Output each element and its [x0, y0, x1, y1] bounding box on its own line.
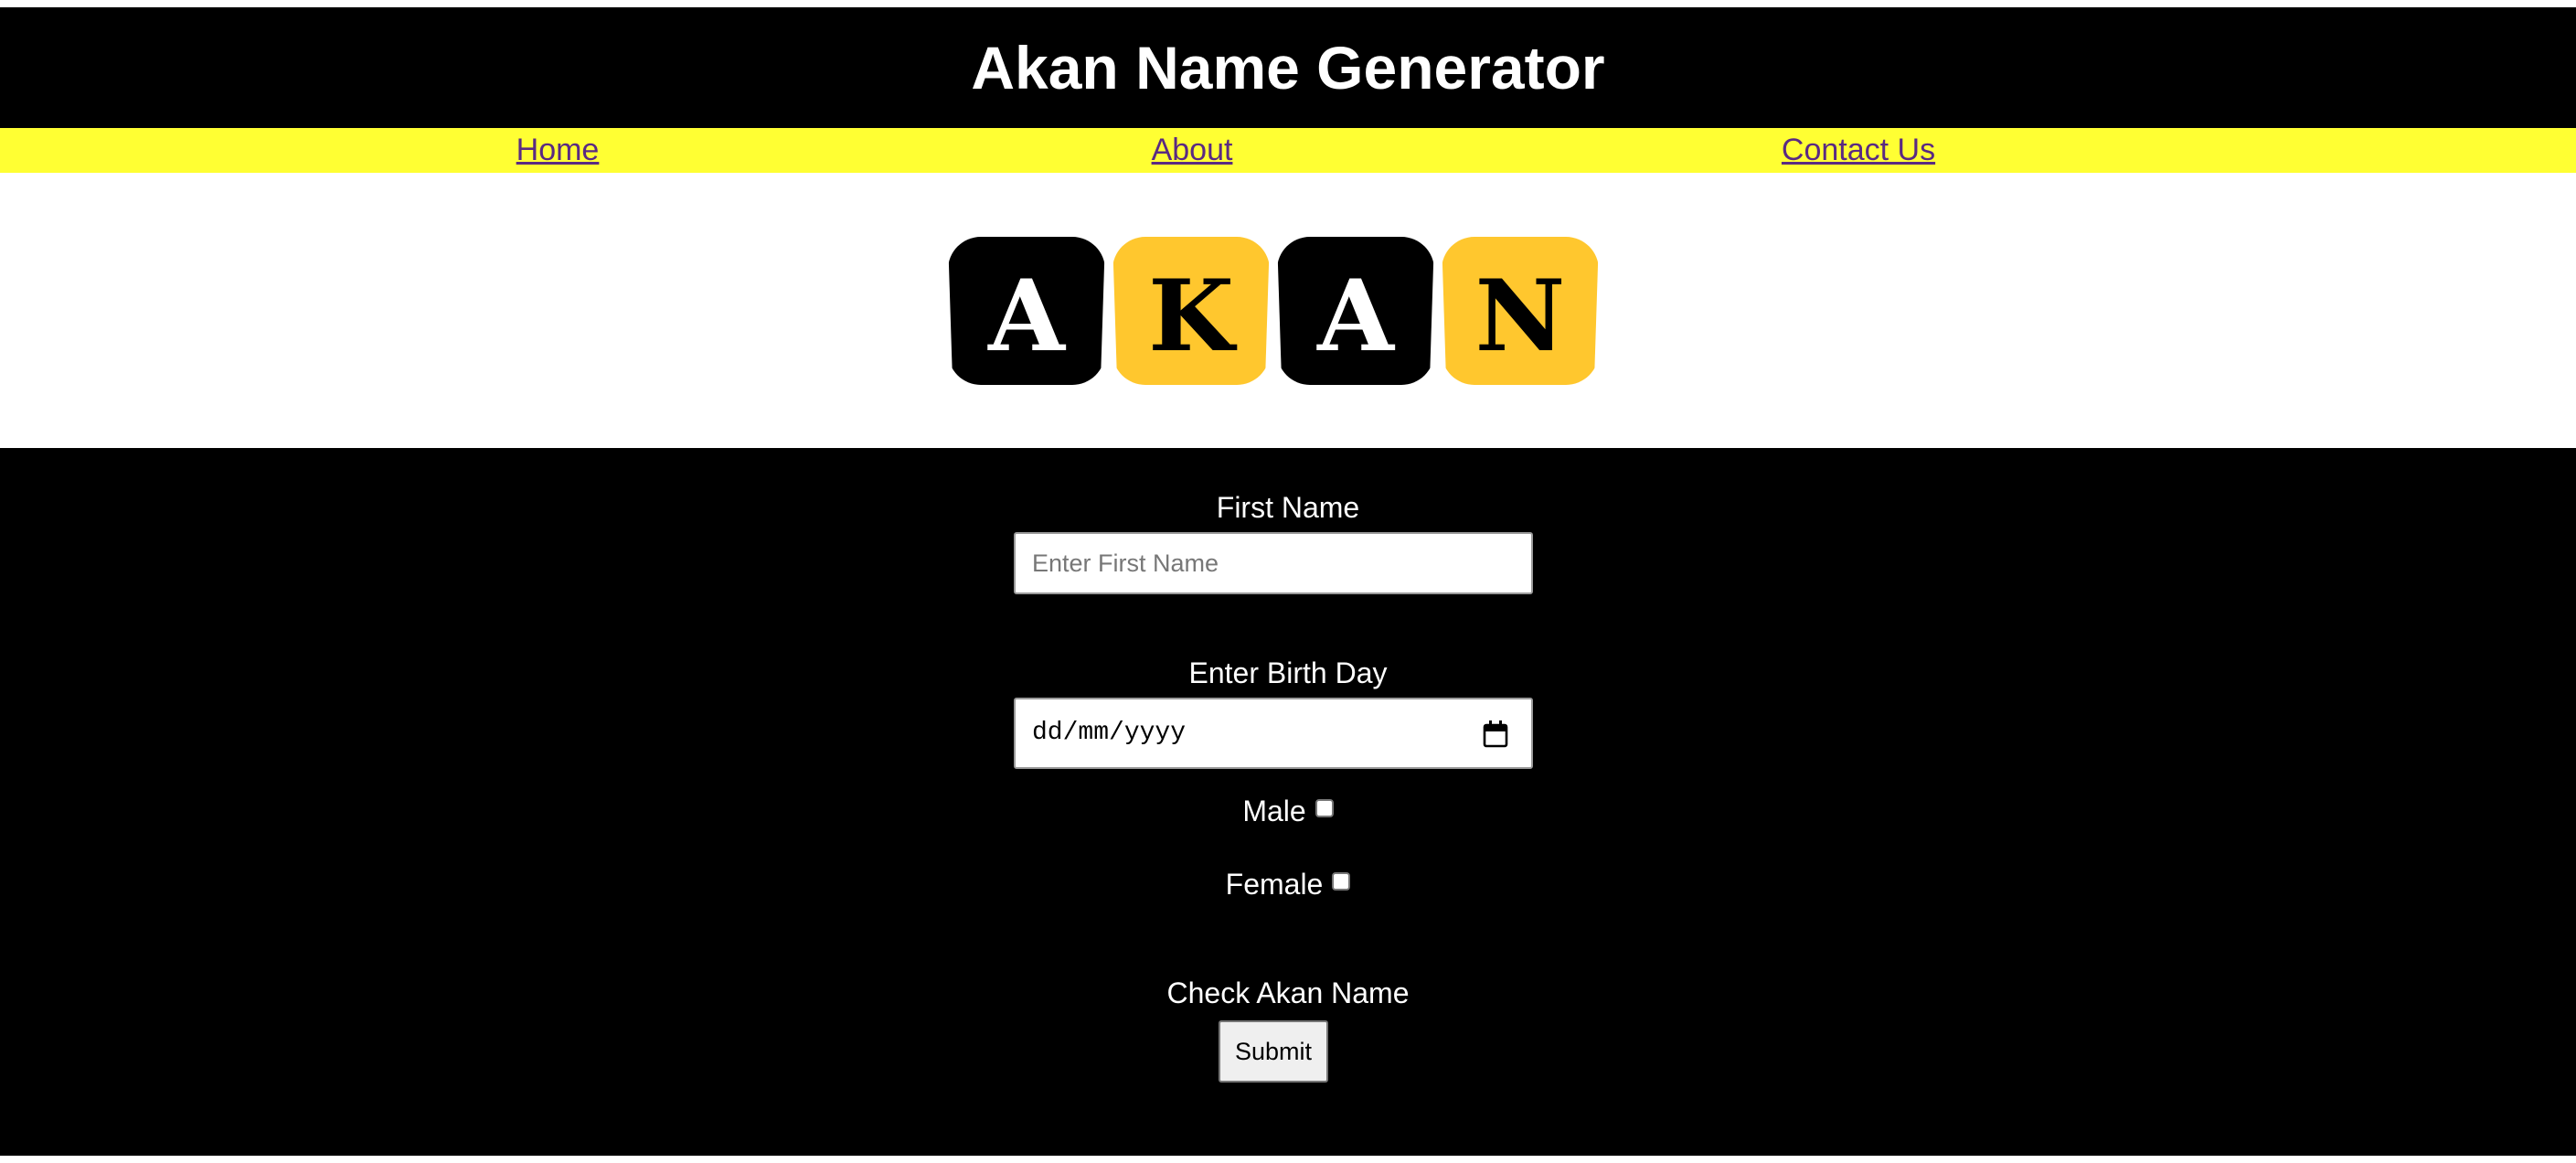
- logo-tile-n: N: [1442, 237, 1599, 385]
- logo-letter-k: K: [1148, 259, 1238, 374]
- nav-bar: Home About Contact Us: [0, 128, 2576, 173]
- male-option: Male: [0, 794, 2576, 828]
- first-name-input[interactable]: [1014, 532, 1533, 594]
- title-bar: Akan Name Generator: [0, 7, 2576, 128]
- check-akan-name-label: Check Akan Name: [1166, 976, 1410, 1009]
- logo-letter-a: A: [987, 259, 1067, 374]
- logo-tile-a: A: [948, 237, 1105, 385]
- first-name-label: First Name: [1216, 491, 1360, 524]
- female-option: Female: [0, 867, 2576, 902]
- logo-tile-k: K: [1112, 237, 1270, 385]
- page: Akan Name Generator Home About Contact U…: [0, 0, 2576, 1163]
- birthday-input-text: dd/mm/yyyy: [1032, 719, 1187, 747]
- calendar-icon[interactable]: [1482, 720, 1509, 753]
- birthday-label: Enter Birth Day: [1188, 656, 1388, 689]
- logo-letter-n: N: [1475, 259, 1566, 374]
- nav-link-contact-us[interactable]: Contact Us: [1782, 132, 1935, 168]
- birthday-input[interactable]: dd/mm/yyyy: [1014, 698, 1533, 769]
- male-checkbox[interactable]: [1315, 799, 1334, 817]
- akan-form: First Name Enter Birth Day dd/mm/yyyy Ma…: [0, 448, 2576, 1156]
- nav-link-home[interactable]: Home: [516, 132, 600, 168]
- logo-tile-a-2: A: [1277, 237, 1434, 385]
- page-title: Akan Name Generator: [971, 34, 1605, 101]
- nav-link-about[interactable]: About: [1152, 132, 1233, 168]
- logo-letter-a-2: A: [1316, 259, 1396, 374]
- logo-area: A K A N: [0, 173, 2576, 448]
- submit-button[interactable]: Submit: [1219, 1020, 1328, 1083]
- female-checkbox[interactable]: [1332, 872, 1351, 891]
- female-label: Female: [1225, 868, 1324, 901]
- male-label: Male: [1242, 795, 1306, 827]
